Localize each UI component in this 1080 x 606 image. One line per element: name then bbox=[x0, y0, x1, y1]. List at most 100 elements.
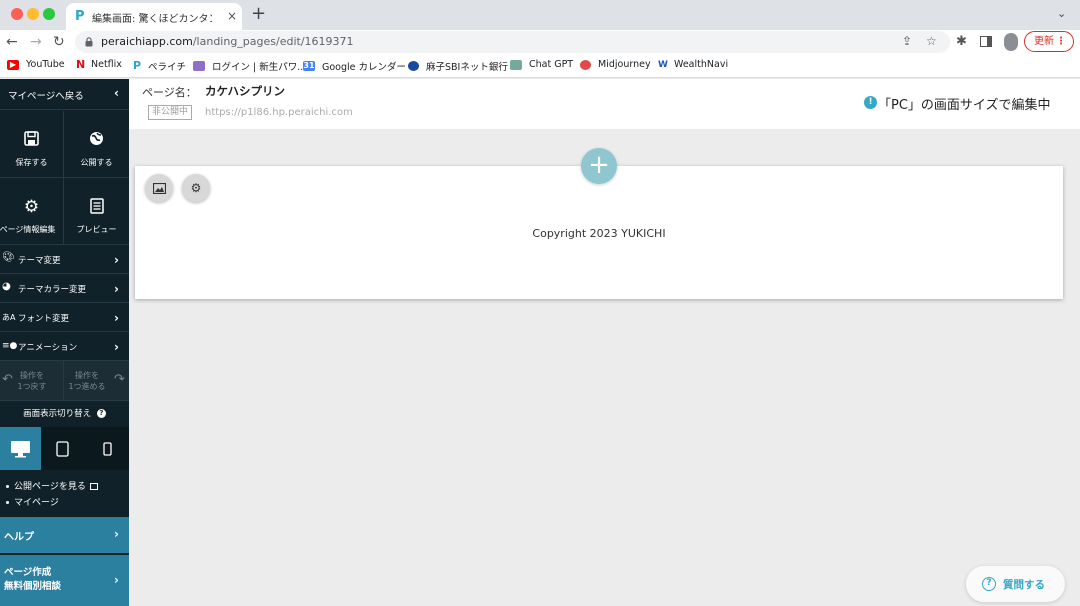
page-name-label: ページ名： bbox=[142, 86, 197, 99]
share-icon[interactable]: ⇪ bbox=[902, 34, 912, 48]
publish-label: 公開する bbox=[80, 158, 113, 167]
bookmark-google-calendar[interactable]: 31 Google カレンダー bbox=[303, 59, 406, 73]
bookmark-youtube[interactable]: ▶ YouTube bbox=[7, 59, 65, 70]
redo-label: 操作を 1つ進める bbox=[68, 371, 106, 391]
device-switcher bbox=[0, 427, 129, 470]
update-button[interactable]: 更新 ⋮ bbox=[1024, 31, 1074, 52]
preview-icon bbox=[64, 198, 129, 218]
save-button[interactable]: 保存する bbox=[0, 111, 64, 178]
menu-font-change[interactable]: あA フォント変更 › bbox=[0, 303, 129, 332]
netflix-icon: N bbox=[76, 57, 86, 71]
side-panel-icon[interactable] bbox=[980, 36, 992, 47]
mypage-link[interactable]: マイページ bbox=[6, 495, 98, 511]
youtube-icon: ▶ bbox=[7, 59, 19, 70]
peraichi-favicon-icon: P bbox=[75, 9, 85, 24]
profile-avatar[interactable] bbox=[1004, 33, 1018, 51]
menu-theme-color-change[interactable]: ◕ テーマカラー変更 › bbox=[0, 274, 129, 303]
bookmark-wealthnavi[interactable]: W WealthNavi bbox=[658, 59, 728, 70]
info-icon: ! bbox=[864, 96, 877, 109]
undo-label: 操作を 1つ戻す bbox=[17, 371, 47, 391]
menu-theme-change[interactable]: 🎨︎ テーマ変更 › bbox=[0, 245, 129, 274]
external-link-icon bbox=[89, 483, 98, 490]
tablet-icon bbox=[56, 441, 69, 457]
browser-tab-bar: P 編集画面: 驚くほどカンタン！無料 × + ⌄ bbox=[0, 0, 1080, 30]
window-zoom-button[interactable] bbox=[43, 8, 55, 20]
calendar-icon: 31 bbox=[303, 61, 315, 71]
preview-button[interactable]: プレビュー bbox=[64, 178, 129, 245]
undo-icon: ↶ bbox=[2, 372, 13, 387]
view-public-page-link[interactable]: 公開ページを見る bbox=[6, 479, 98, 495]
help-question-icon[interactable]: ? bbox=[96, 409, 106, 418]
font-icon: あA bbox=[2, 313, 16, 322]
chevron-right-icon: › bbox=[114, 527, 119, 541]
menu-label: フォント変更 bbox=[18, 314, 70, 324]
tab-close-icon[interactable]: × bbox=[227, 9, 237, 23]
display-switch-title: 画面表示切り替え ? bbox=[0, 407, 129, 419]
publish-button[interactable]: 公開する bbox=[64, 111, 129, 178]
url-text: peraichiapp.com/landing_pages/edit/16193… bbox=[101, 35, 354, 48]
bookmark-chatgpt[interactable]: Chat GPT bbox=[510, 59, 573, 70]
bookmark-star-icon[interactable]: ☆ bbox=[926, 34, 937, 48]
status-badge: 非公開中 bbox=[148, 105, 193, 120]
display-switch-label: 画面表示切り替え bbox=[23, 409, 92, 419]
free-consultation-button[interactable]: ページ作成 無料個別相談 › bbox=[0, 555, 129, 606]
desktop-monitor-icon bbox=[11, 441, 30, 458]
lock-icon bbox=[85, 37, 93, 47]
image-icon[interactable] bbox=[145, 174, 173, 202]
address-bar[interactable]: peraichiapp.com/landing_pages/edit/16193… bbox=[75, 31, 950, 53]
wealthnavi-icon: W bbox=[658, 59, 668, 70]
bookmark-login[interactable]: ログイン | 新生パワ... bbox=[193, 59, 306, 73]
new-tab-button[interactable]: + bbox=[251, 4, 266, 24]
device-tablet-button[interactable] bbox=[41, 427, 84, 470]
chevron-right-icon: › bbox=[114, 282, 119, 296]
login-site-icon bbox=[193, 61, 205, 71]
page-url[interactable]: https://p1l86.hp.peraichi.com bbox=[205, 107, 353, 118]
menu-label: アニメーション bbox=[18, 343, 78, 353]
save-icon bbox=[0, 131, 63, 150]
editing-size-note: 「PC」の画面サイズで編集中 bbox=[878, 98, 1051, 113]
tab-title: 編集画面: 驚くほどカンタン！無料 bbox=[92, 14, 212, 25]
animation-icon: ≡● bbox=[2, 341, 18, 351]
menu-label: テーマカラー変更 bbox=[18, 285, 87, 295]
device-smartphone-button[interactable] bbox=[86, 427, 129, 470]
menu-label: テーマ変更 bbox=[18, 256, 61, 266]
peraichi-icon: P bbox=[133, 59, 142, 72]
browser-tab-active[interactable]: P 編集画面: 驚くほどカンタン！無料 × bbox=[66, 3, 242, 30]
ask-label: 質問する bbox=[1003, 579, 1045, 591]
update-label: 更新 bbox=[1034, 36, 1054, 47]
bookmarks-bar: ▶ YouTube N Netflix P ペライチ ログイン | 新生パワ... 3… bbox=[0, 54, 1080, 78]
add-block-plus-icon[interactable]: + bbox=[581, 148, 617, 184]
bookmark-peraichi[interactable]: P ペライチ bbox=[133, 59, 186, 73]
back-to-mypage-button[interactable]: マイページへ戻る ‹ bbox=[0, 79, 129, 110]
redo-button[interactable]: 操作を 1つ進める ↷ bbox=[64, 361, 128, 401]
help-button[interactable]: ヘルプ › bbox=[0, 517, 129, 553]
menu-animation[interactable]: ≡● アニメーション › bbox=[0, 332, 129, 361]
undo-button[interactable]: ↶ 操作を 1つ戻す bbox=[0, 361, 64, 401]
back-to-mypage-label: マイページへ戻る bbox=[8, 91, 84, 102]
page-info-edit-button[interactable]: ⚙ ページ情報編集 bbox=[0, 178, 64, 245]
device-pc-button[interactable] bbox=[0, 427, 41, 470]
bookmark-sbi-bank[interactable]: 麻子SBIネット銀行 bbox=[408, 59, 508, 73]
consult-label: ページ作成 無料個別相談 bbox=[4, 567, 62, 592]
extensions-puzzle-icon[interactable]: ✱ bbox=[956, 34, 967, 49]
reload-icon[interactable]: ↻ bbox=[53, 33, 65, 51]
ask-question-button[interactable]: ? 質問する bbox=[966, 566, 1065, 602]
footer-block[interactable]: ⚙ Copyright 2023 YUKICHI bbox=[135, 166, 1063, 299]
tab-search-chevron-icon[interactable]: ⌄ bbox=[1057, 7, 1066, 20]
bookmark-netflix[interactable]: N Netflix bbox=[76, 57, 122, 71]
back-arrow-icon[interactable]: ← bbox=[6, 33, 18, 51]
chevron-left-icon: ‹ bbox=[114, 86, 119, 100]
chevron-right-icon: › bbox=[114, 573, 119, 587]
smartphone-icon bbox=[103, 442, 112, 456]
more-menu-icon: ⋮ bbox=[1056, 36, 1066, 47]
copyright-text: Copyright 2023 YUKICHI bbox=[532, 227, 666, 240]
window-close-button[interactable] bbox=[11, 8, 23, 20]
bookmark-midjourney[interactable]: Midjourney bbox=[580, 59, 651, 70]
help-label: ヘルプ bbox=[4, 532, 34, 543]
forward-arrow-icon[interactable]: → bbox=[30, 33, 42, 51]
gear-icon: ⚙ bbox=[23, 197, 40, 217]
window-minimize-button[interactable] bbox=[27, 8, 39, 20]
chevron-right-icon: › bbox=[114, 253, 119, 267]
block-settings-gear-icon[interactable]: ⚙ bbox=[182, 174, 210, 202]
url-host: peraichiapp.com bbox=[101, 35, 193, 48]
